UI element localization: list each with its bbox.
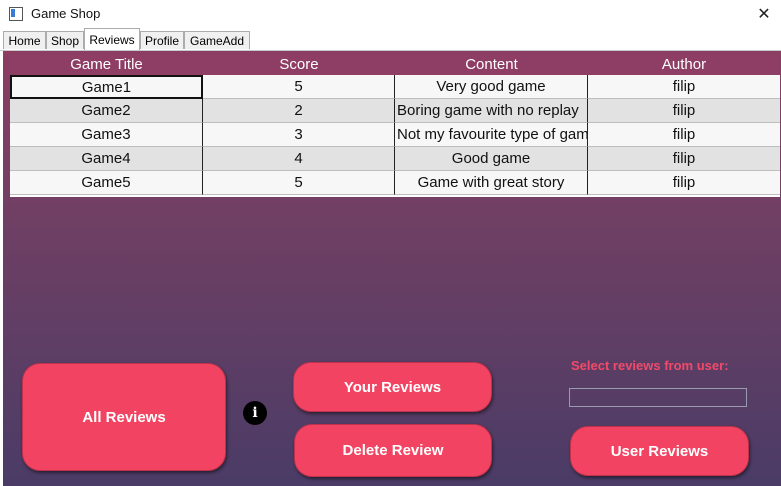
- select-reviews-label: Select reviews from user:: [571, 358, 729, 373]
- cell-content[interactable]: Not my favourite type of game: [395, 123, 588, 147]
- reviews-panel: Game Title Score Content Author Game1 5 …: [3, 51, 781, 486]
- cell-game-title[interactable]: Game4: [10, 147, 203, 171]
- table-row[interactable]: Game1 5 Very good game filip: [10, 75, 780, 99]
- info-icon[interactable]: i: [243, 401, 267, 425]
- column-header-author[interactable]: Author: [588, 54, 780, 75]
- tab-reviews[interactable]: Reviews: [84, 28, 140, 50]
- tab-gameadd[interactable]: GameAdd: [184, 31, 250, 49]
- table-row[interactable]: Game4 4 Good game filip: [10, 147, 780, 171]
- table-row[interactable]: Game2 2 Boring game with no replay filip: [10, 99, 780, 123]
- cell-author[interactable]: filip: [588, 171, 780, 195]
- tab-shop[interactable]: Shop: [46, 31, 84, 49]
- cell-author[interactable]: filip: [588, 123, 780, 147]
- column-header-content[interactable]: Content: [395, 54, 588, 75]
- cell-game-title[interactable]: Game5: [10, 171, 203, 195]
- cell-game-title[interactable]: Game3: [10, 123, 203, 147]
- tab-strip: Home Shop Reviews Profile GameAdd: [0, 28, 781, 51]
- table-row[interactable]: Game5 5 Game with great story filip: [10, 171, 780, 195]
- cell-score[interactable]: 4: [203, 147, 395, 171]
- cell-author[interactable]: filip: [588, 99, 780, 123]
- cell-content[interactable]: Boring game with no replay: [395, 99, 588, 123]
- all-reviews-button[interactable]: All Reviews: [22, 363, 226, 471]
- grid-header: Game Title Score Content Author: [10, 54, 780, 75]
- title-bar: Game Shop ✕: [0, 0, 781, 28]
- cell-game-title[interactable]: Game1: [10, 75, 203, 99]
- column-header-score[interactable]: Score: [203, 54, 395, 75]
- column-header-game-title[interactable]: Game Title: [10, 54, 203, 75]
- cell-author[interactable]: filip: [588, 147, 780, 171]
- tab-profile[interactable]: Profile: [140, 31, 184, 49]
- your-reviews-button[interactable]: Your Reviews: [293, 362, 492, 412]
- app-window-icon: [9, 7, 23, 21]
- close-button[interactable]: ✕: [747, 0, 781, 28]
- cell-score[interactable]: 3: [203, 123, 395, 147]
- cell-score[interactable]: 5: [203, 75, 395, 99]
- cell-content[interactable]: Game with great story: [395, 171, 588, 195]
- window-title: Game Shop: [31, 6, 101, 21]
- table-row[interactable]: Game3 3 Not my favourite type of game fi…: [10, 123, 780, 147]
- user-reviews-button[interactable]: User Reviews: [570, 426, 749, 476]
- cell-content[interactable]: Good game: [395, 147, 588, 171]
- cell-score[interactable]: 2: [203, 99, 395, 123]
- cell-score[interactable]: 5: [203, 171, 395, 195]
- tab-home[interactable]: Home: [3, 31, 46, 49]
- delete-review-button[interactable]: Delete Review: [294, 424, 492, 477]
- cell-game-title[interactable]: Game2: [10, 99, 203, 123]
- username-input[interactable]: [569, 388, 747, 407]
- cell-author[interactable]: filip: [588, 75, 780, 99]
- cell-content[interactable]: Very good game: [395, 75, 588, 99]
- reviews-grid[interactable]: Game Title Score Content Author Game1 5 …: [10, 54, 780, 197]
